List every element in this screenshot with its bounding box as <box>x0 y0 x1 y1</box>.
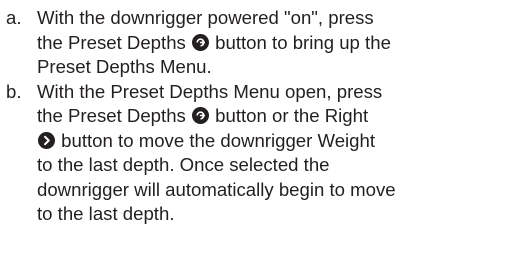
step-text-fragment: the Preset Depths <box>37 31 191 53</box>
step-line: With the Preset Depths Menu open, press <box>37 80 518 105</box>
preset-depths-icon <box>192 107 209 124</box>
step-text: With the downrigger powered "on", press … <box>37 6 518 80</box>
step-line: to the last depth. Once selected the <box>37 153 518 178</box>
step-line: the Preset Depths button or the Right <box>37 104 518 129</box>
step-a: a. With the downrigger powered "on", pre… <box>6 6 518 80</box>
step-line: button to move the downrigger Weight <box>37 129 518 154</box>
step-text-fragment: button to bring up the <box>210 31 391 53</box>
step-text-fragment: button to move the downrigger Weight <box>56 129 376 151</box>
step-text-fragment: to the last depth. <box>37 203 175 224</box>
step-marker: a. <box>6 7 22 28</box>
step-b: b. With the Preset Depths Menu open, pre… <box>6 80 518 227</box>
step-line: Preset Depths Menu. <box>37 55 518 80</box>
step-marker: b. <box>6 80 22 102</box>
step-text: With the Preset Depths Menu open, press … <box>37 80 518 227</box>
instruction-steps: a. With the downrigger powered "on", pre… <box>6 6 518 227</box>
step-text-fragment: With the Preset Depths Menu open, press <box>37 80 383 102</box>
step-text-fragment: downrigger will automatically begin to m… <box>37 178 396 200</box>
step-text-fragment: With the downrigger powered "on", press <box>37 7 374 28</box>
step-text-fragment: button or the Right <box>210 105 369 126</box>
step-line: downrigger will automatically begin to m… <box>37 178 518 203</box>
step-line: the Preset Depths button to bring up the <box>37 31 518 56</box>
step-text-fragment: Preset Depths Menu. <box>37 56 212 77</box>
preset-depths-icon <box>192 33 209 51</box>
right-arrow-icon <box>38 131 55 149</box>
step-line: to the last depth. <box>37 202 518 227</box>
step-line: With the downrigger powered "on", press <box>37 6 518 31</box>
step-text-fragment: to the last depth. Once selected the <box>37 154 330 175</box>
step-text-fragment: the Preset Depths <box>37 105 191 126</box>
